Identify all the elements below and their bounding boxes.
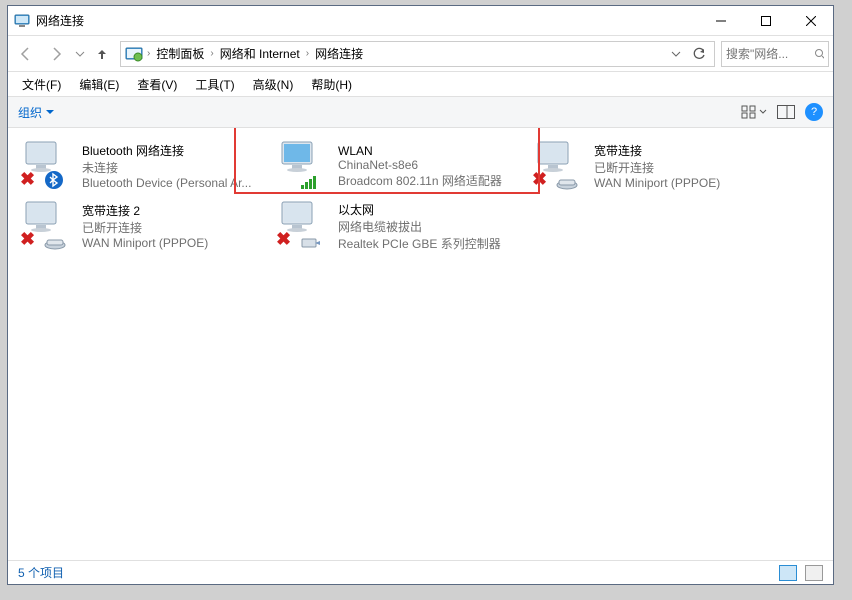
toolbar: 组织 ? — [8, 96, 833, 128]
back-button[interactable] — [12, 40, 40, 68]
connection-name: Bluetooth 网络连接 — [82, 142, 268, 159]
connection-item[interactable]: ✖ 宽带连接 已断开连接 WAN Miniport (PPPOE) — [530, 136, 786, 196]
connection-status: ChinaNet-s8e6 — [338, 158, 524, 172]
connection-device: Bluetooth Device (Personal Ar... — [82, 176, 268, 190]
x-icon: ✖ — [20, 229, 35, 250]
connection-status: 未连接 — [82, 159, 268, 176]
connection-text: WLAN ChinaNet-s8e6 Broadcom 802.11n 网络适配… — [338, 140, 524, 192]
connection-text: 宽带连接 2 已断开连接 WAN Miniport (PPPOE) — [82, 200, 268, 252]
connection-text: Bluetooth 网络连接 未连接 Bluetooth Device (Per… — [82, 140, 268, 192]
organize-label: 组织 — [18, 104, 42, 121]
content-area: ✖ Bluetooth 网络连接 未连接 Bluetooth Device (P… — [8, 128, 833, 560]
statusbar: 5 个项目 — [8, 560, 833, 584]
crumb-control-panel[interactable]: 控制面板 — [152, 43, 208, 64]
history-dropdown[interactable] — [72, 40, 88, 68]
control-panel-icon — [125, 45, 143, 63]
connection-status: 网络电缆被拔出 — [338, 218, 524, 235]
titlebar: 网络连接 — [8, 6, 833, 36]
status-text: 5 个项目 — [18, 564, 64, 581]
search-input[interactable] — [726, 47, 810, 61]
preview-pane-button[interactable] — [777, 105, 795, 119]
connection-name: WLAN — [338, 144, 524, 158]
menubar: 文件(F) 编辑(E) 查看(V) 工具(T) 高级(N) 帮助(H) — [8, 72, 833, 96]
connection-status: 已断开连接 — [82, 219, 268, 236]
menu-file[interactable]: 文件(F) — [20, 74, 63, 95]
crumb-network-internet[interactable]: 网络和 Internet — [216, 43, 304, 64]
explorer-window: 网络连接 › 控制面板 › 网络和 Internet › 网络连接 — [7, 5, 834, 585]
menu-help[interactable]: 帮助(H) — [309, 74, 354, 95]
window-controls — [698, 6, 833, 35]
connection-device: WAN Miniport (PPPOE) — [594, 176, 780, 190]
search-icon — [814, 48, 824, 60]
connection-icon: ✖ — [280, 200, 332, 248]
toolbar-right: ? — [741, 103, 823, 121]
connection-device: WAN Miniport (PPPOE) — [82, 236, 268, 250]
bluetooth-icon — [44, 170, 64, 190]
chevron-down-icon — [759, 108, 767, 116]
connection-icon: ✖ — [24, 140, 76, 188]
connection-name: 以太网 — [338, 201, 524, 218]
x-icon: ✖ — [20, 169, 35, 190]
connection-name: 宽带连接 — [594, 142, 780, 159]
forward-button[interactable] — [42, 40, 70, 68]
organize-button[interactable]: 组织 — [18, 104, 54, 121]
ethernet-icon — [300, 236, 322, 250]
connection-status: 已断开连接 — [594, 159, 780, 176]
crumb-network-connections[interactable]: 网络连接 — [311, 43, 367, 64]
up-button[interactable] — [90, 42, 114, 66]
address-bar[interactable]: › 控制面板 › 网络和 Internet › 网络连接 — [120, 41, 715, 67]
connection-icon: ✖ — [24, 200, 76, 248]
maximize-button[interactable] — [743, 6, 788, 35]
chevron-right-icon: › — [306, 48, 309, 59]
modem-icon — [556, 176, 578, 190]
status-view-buttons — [779, 565, 823, 581]
x-icon: ✖ — [276, 229, 291, 250]
x-icon: ✖ — [532, 169, 547, 190]
title-icon — [14, 13, 30, 29]
window-title: 网络连接 — [36, 12, 698, 29]
navbar: › 控制面板 › 网络和 Internet › 网络连接 — [8, 36, 833, 72]
connection-item[interactable]: ✖ Bluetooth 网络连接 未连接 Bluetooth Device (P… — [18, 136, 274, 196]
view-mode-button[interactable] — [741, 105, 767, 119]
breadcrumb: › 控制面板 › 网络和 Internet › 网络连接 — [147, 43, 664, 64]
items-grid: ✖ Bluetooth 网络连接 未连接 Bluetooth Device (P… — [18, 136, 823, 256]
wifi-icon — [300, 174, 320, 190]
connection-text: 以太网 网络电缆被拔出 Realtek PCIe GBE 系列控制器 — [338, 200, 524, 252]
connection-device: Realtek PCIe GBE 系列控制器 — [338, 235, 524, 252]
chevron-down-icon — [46, 108, 54, 116]
help-button[interactable]: ? — [805, 103, 823, 121]
chevron-right-icon: › — [147, 48, 150, 59]
view-details-button[interactable] — [779, 565, 797, 581]
modem-icon — [44, 236, 66, 250]
minimize-button[interactable] — [698, 6, 743, 35]
connection-item[interactable]: ✖ 以太网 网络电缆被拔出 Realtek PCIe GBE 系列控制器 — [274, 196, 530, 256]
connection-text: 宽带连接 已断开连接 WAN Miniport (PPPOE) — [594, 140, 780, 192]
view-large-button[interactable] — [805, 565, 823, 581]
chevron-right-icon: › — [210, 48, 213, 59]
menu-edit[interactable]: 编辑(E) — [77, 74, 121, 95]
menu-advanced[interactable]: 高级(N) — [251, 74, 296, 95]
connection-item[interactable]: WLAN ChinaNet-s8e6 Broadcom 802.11n 网络适配… — [274, 136, 530, 196]
search-box[interactable] — [721, 41, 829, 67]
connection-icon — [280, 140, 332, 188]
connection-device: Broadcom 802.11n 网络适配器 — [338, 172, 524, 189]
close-button[interactable] — [788, 6, 833, 35]
address-dropdown[interactable] — [668, 49, 684, 59]
connection-icon: ✖ — [536, 140, 588, 188]
menu-tools[interactable]: 工具(T) — [193, 74, 236, 95]
connection-name: 宽带连接 2 — [82, 202, 268, 219]
connection-item[interactable]: ✖ 宽带连接 2 已断开连接 WAN Miniport (PPPOE) — [18, 196, 274, 256]
menu-view[interactable]: 查看(V) — [135, 74, 179, 95]
refresh-button[interactable] — [688, 47, 710, 61]
